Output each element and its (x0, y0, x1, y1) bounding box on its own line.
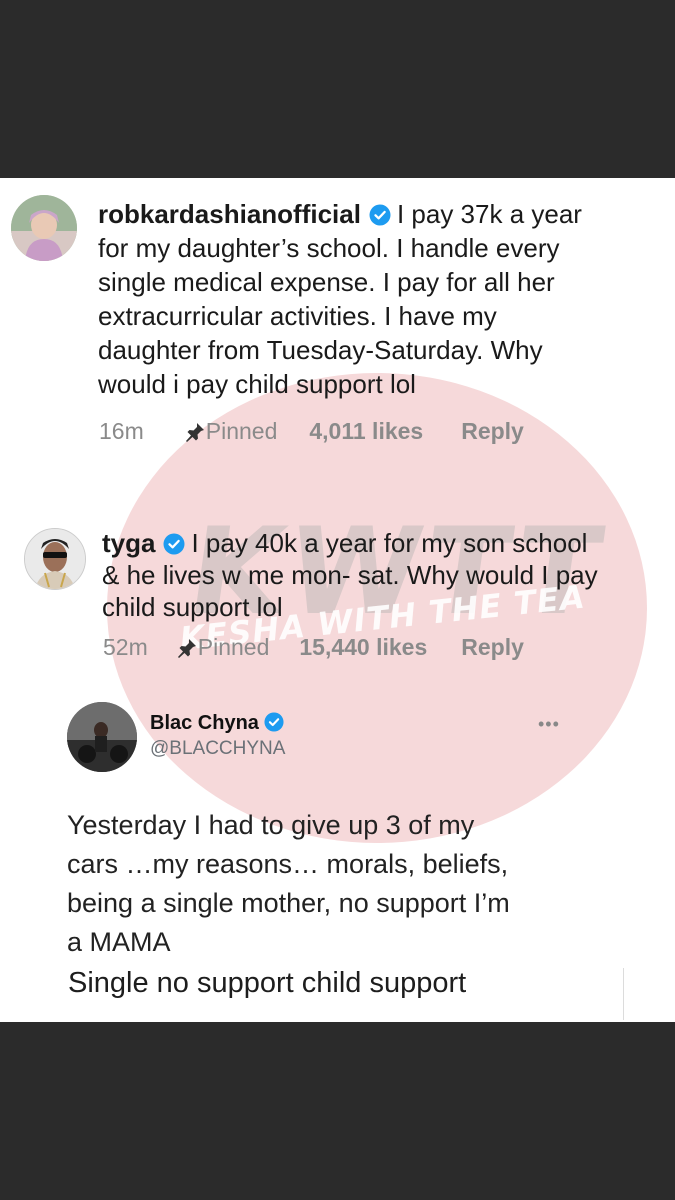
tweet-line: a MAMA (67, 927, 171, 957)
avatar-tyga[interactable] (24, 528, 86, 590)
likes-count[interactable]: 15,440 likes (299, 634, 427, 661)
tweet-name-text: Blac Chyna (150, 712, 259, 734)
reply-button[interactable]: Reply (461, 418, 524, 445)
tweet-line: cars …my reasons… morals, beliefs, (67, 849, 509, 879)
reply-button[interactable]: Reply (461, 634, 524, 661)
divider (623, 968, 624, 1020)
comment-line: single medical expense. I pay for all he… (98, 267, 555, 297)
pin-icon (176, 637, 198, 659)
verified-badge-icon (163, 530, 185, 555)
verified-badge-icon (264, 712, 284, 732)
comment-username[interactable]: tyga (102, 528, 155, 558)
comment-line: extracurricular activities. I have my (98, 301, 497, 331)
avatar-robkardashianofficial[interactable] (11, 195, 77, 261)
screenshot-panel: KWTT KESHA WITH THE TEA robkardashianoff… (0, 178, 675, 1022)
tweet-line: Yesterday I had to give up 3 of my (67, 810, 475, 840)
comment-line: I pay 40k a year for my son school (191, 528, 588, 558)
comment-line: for my daughter’s school. I handle every (98, 233, 560, 263)
avatar-blacchyna[interactable] (67, 702, 137, 772)
pinned-label: Pinned (197, 634, 270, 660)
comment-time: 52m (103, 634, 148, 660)
caption-text: Single no support child support (68, 967, 467, 999)
comment-username[interactable]: robkardashianofficial (98, 199, 361, 229)
comment-line: & he lives w me mon- sat. Why would I pa… (102, 560, 598, 590)
comment-line: child support lol (102, 592, 283, 622)
verified-badge-icon (369, 200, 391, 226)
comment-tyga: tyga I pay 40k a year for my son school &… (102, 527, 667, 623)
comment-meta: 16m Pinned 4,011 likes Reply (99, 418, 524, 445)
comment-line: I pay 37k a year (396, 199, 582, 229)
comment-time: 16m (99, 418, 144, 444)
more-options-icon[interactable]: ••• (538, 714, 560, 735)
comment-line: would i pay child support lol (98, 369, 416, 399)
comment-robkardashianofficial: robkardashianofficial I pay 37k a year fo… (98, 197, 668, 401)
pinned-label: Pinned (205, 418, 278, 444)
comment-line: daughter from Tuesday-Saturday. Why (98, 335, 543, 365)
tweet-body: Yesterday I had to give up 3 of my cars … (67, 806, 587, 962)
comment-meta: 52m Pinned 15,440 likes Reply (103, 634, 524, 661)
tweet-line: being a single mother, no support I’m (67, 888, 510, 918)
tweet-author-name[interactable]: Blac Chyna (150, 712, 290, 735)
likes-count[interactable]: 4,011 likes (309, 418, 423, 445)
pin-icon (184, 421, 206, 443)
tweet-author-handle[interactable]: @BLACCHYNA (150, 738, 285, 760)
